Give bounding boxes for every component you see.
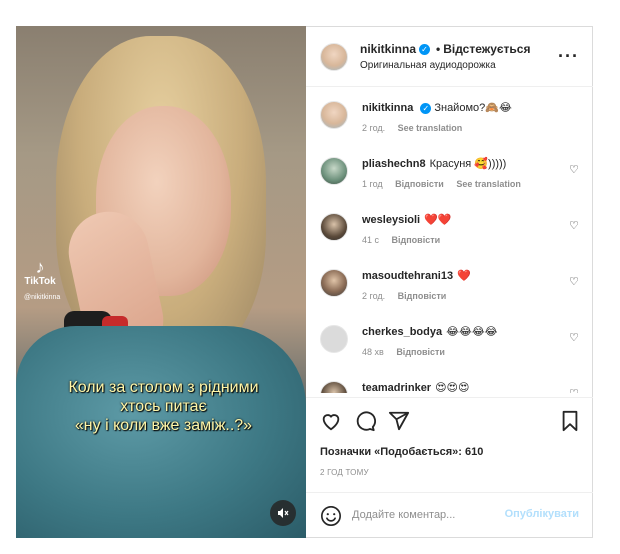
comment-emoji: ❤️❤️ [424,214,452,226]
post-side-panel: nikitkinna ✓ • Відстежується Оригинальная а… [306,26,593,538]
avatar[interactable] [320,157,348,185]
comment-username[interactable]: masoudtehrani13 [362,270,453,282]
comment-bubble-icon[interactable] [354,410,376,432]
avatar[interactable] [320,43,348,71]
comment-text: pliashechn8 Красуня 🥰))))) [362,157,506,170]
video-caption: Коли за столом з рідними хтось питає «ну… [46,378,281,435]
comment-meta: 2 год. Відповісти [362,291,456,301]
see-translation-link[interactable]: See translation [398,123,463,133]
list-item: masoudtehrani13 ❤️ 2 год. Відповісти ♡ [306,255,593,311]
reply-link[interactable]: Відповісти [398,291,447,301]
comment-body-tail: ))))) [488,158,507,170]
publish-button[interactable]: Опублікувати [505,508,579,520]
more-dots-icon[interactable]: ··· [558,46,579,67]
heart-icon[interactable] [320,410,342,432]
list-item: wesleysioli ❤️❤️ 41 с Відповісти ♡ [306,199,593,255]
separator-dot: • [436,42,441,56]
avatar[interactable] [320,269,348,297]
post-video[interactable]: ♪ TikTok @nikitkinna Коли за столом з рі… [16,26,306,538]
comment-like-heart-icon[interactable]: ♡ [569,221,579,232]
comment-text: cherkes_bodya 😂😂😂😂 [362,325,498,338]
bookmark-icon[interactable] [559,410,581,432]
tiktok-watermark: ♪ TikTok [22,258,58,287]
comment-text: masoudtehrani13 ❤️ [362,269,471,282]
comment-text: wesleysioli ❤️❤️ [362,213,452,226]
verified-badge-icon: ✓ [420,102,432,114]
header-user-line: nikitkinna ✓ • Відстежується [360,42,530,56]
speaker-muted-icon [278,508,289,518]
avatar[interactable] [320,213,348,241]
reply-link[interactable]: Відповісти [395,179,444,189]
comment-emoji: 😍😍😍 [435,382,470,393]
comment-emoji: 😂😂😂😂 [446,326,498,338]
tiktok-logo-text: TikTok [24,276,56,287]
audio-label[interactable]: Оригинальная аудиодорожка [360,60,496,71]
avatar[interactable] [320,101,348,129]
list-item: pliashechn8 Красуня 🥰))))) 1 год Відповіс… [306,143,593,199]
comment-like-heart-icon[interactable]: ♡ [569,333,579,344]
comment-emoji: ❤️ [457,270,471,282]
post-actions-bar [306,397,593,443]
comment-meta: 1 год Відповісти See translation [362,179,531,189]
tiktok-handle: @nikitkinna [24,294,61,301]
mute-button[interactable] [270,500,296,526]
list-item: teamadrinker 😍😍😍 ♡ [306,367,593,393]
comment-time: 1 год [362,179,383,189]
video-caption-line: «ну і коли вже заміж..?» [74,417,253,434]
comment-meta: 48 хв Відповісти [362,347,455,357]
comment-username[interactable]: pliashechn8 [362,158,426,170]
post-timestamp[interactable]: 2 ГОД ТОМУ [320,468,369,477]
comment-text: teamadrinker 😍😍😍 [362,381,470,393]
list-item: nikitkinna ✓ Знайомо?🙈😂 2 год. See transla… [306,87,593,143]
comment-username[interactable]: wesleysioli [362,214,420,226]
reply-link[interactable]: Відповісти [396,347,445,357]
comment-text: nikitkinna ✓ Знайомо?🙈😂 [362,101,512,114]
list-item: cherkes_bodya 😂😂😂😂 48 хв Відповісти ♡ [306,311,593,367]
likes-count[interactable]: Позначки «Подобається»: 610 [320,446,483,458]
comment-time: 2 год. [362,291,386,301]
comment-like-heart-icon[interactable]: ♡ [569,277,579,288]
comment-time: 41 с [362,235,380,245]
tiktok-logo-icon: ♪ [35,257,45,277]
smiley-icon[interactable] [320,505,342,527]
comment-body: Знайомо? [434,102,486,114]
comment-time: 2 год. [362,123,386,133]
comment-username[interactable]: cherkes_bodya [362,326,442,338]
comment-username[interactable]: teamadrinker [362,382,431,393]
comment-emoji: 🙈😂 [485,102,512,114]
comment-emoji: 🥰 [474,158,489,170]
comment-meta: 2 год. See translation [362,123,472,133]
add-comment-input[interactable] [352,505,492,525]
post-header: nikitkinna ✓ • Відстежується Оригинальная а… [306,26,593,87]
comment-meta: 41 с Відповісти [362,235,450,245]
follow-status-button[interactable]: Відстежується [443,42,530,56]
avatar[interactable] [320,325,348,353]
reply-link[interactable]: Відповісти [392,235,441,245]
verified-badge-icon: ✓ [419,44,431,56]
video-caption-line: хтось питає [120,398,207,415]
comment-like-heart-icon[interactable]: ♡ [569,165,579,176]
comments-list[interactable]: nikitkinna ✓ Знайомо?🙈😂 2 год. See transla… [306,87,593,393]
avatar[interactable] [320,381,348,393]
see-translation-link[interactable]: See translation [456,179,521,189]
comment-body: Красуня [429,158,472,170]
paper-plane-icon[interactable] [388,410,410,432]
header-username[interactable]: nikitkinna [360,42,416,56]
add-comment-bar: Опублікувати [306,492,593,538]
comment-time: 48 хв [362,347,384,357]
comment-username[interactable]: nikitkinna [362,102,413,114]
comment-like-heart-icon[interactable]: ♡ [569,389,579,394]
video-caption-line: Коли за столом з рідними [68,379,259,396]
